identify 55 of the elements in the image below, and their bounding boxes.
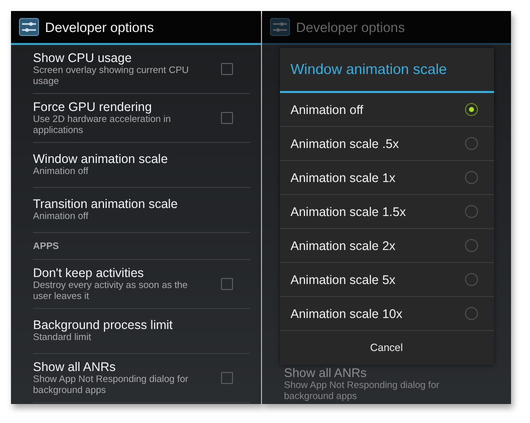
setting-summary: Animation off <box>33 212 90 223</box>
option-label: Animation scale 1.5x <box>290 204 406 218</box>
dialog-title: Window animation scale <box>280 48 494 93</box>
section-header: APPS <box>33 240 59 252</box>
option-row[interactable]: Animation scale .5x <box>280 127 494 161</box>
setting-title: Don't keep activities <box>33 266 145 280</box>
option-label: Animation scale 10x <box>290 306 402 320</box>
setting-title: Window animation scale <box>33 152 169 166</box>
setting-title: Show CPU usage <box>33 51 133 65</box>
setting-row[interactable]: Show CPU usage Screen overlay showing current CPU usage <box>33 45 250 94</box>
settings-sliders-icon <box>19 18 39 36</box>
option-label: Animation scale 1x <box>290 170 396 184</box>
setting-row[interactable]: Don't keep activities Destroy every activity as soon as the user leaves it <box>33 260 250 309</box>
radio-button[interactable] <box>464 273 478 286</box>
option-label: Animation scale 5x <box>290 272 396 286</box>
option-row[interactable]: Animation off <box>280 93 494 127</box>
setting-title: Show all ANRs <box>284 366 368 380</box>
setting-row[interactable]: Show all ANRs Show App Not Responding dialog for background apps <box>284 365 500 403</box>
checkbox[interactable] <box>221 278 233 290</box>
radio-button[interactable] <box>464 171 478 184</box>
setting-title: Transition animation scale <box>33 197 179 212</box>
radio-button[interactable] <box>464 239 478 252</box>
setting-row[interactable]: Background process limit Standard limit <box>33 309 250 354</box>
setting-summary: Use 2D hardware acceleration in applications <box>33 115 172 136</box>
setting-summary: Standard limit <box>33 333 92 344</box>
option-label: Animation scale .5x <box>290 136 399 150</box>
screen-title: Developer options <box>296 20 405 34</box>
screen-title: Developer options <box>45 20 154 34</box>
setting-summary: Screen overlay showing current CPU usage <box>33 66 190 87</box>
setting-row[interactable]: Show all ANRs Show App Not Responding dialog for background apps <box>33 354 250 403</box>
setting-summary: Destroy every activity as soon as the user leaves it <box>33 281 189 302</box>
setting-title: Force GPU rendering <box>33 100 153 114</box>
option-row[interactable]: Animation scale 5x <box>280 263 494 297</box>
radio-button[interactable] <box>464 205 478 218</box>
radio-button[interactable] <box>464 307 478 320</box>
option-label: Animation scale 2x <box>290 238 396 252</box>
setting-row[interactable]: Transition animation scale Animation off <box>33 188 250 233</box>
setting-row[interactable]: Window animation scale Animation off <box>33 143 250 188</box>
setting-summary: Show App Not Responding dialog for background apps <box>284 381 440 402</box>
checkbox[interactable] <box>221 372 233 384</box>
checkbox[interactable] <box>221 112 233 124</box>
setting-row[interactable]: Force GPU rendering Use 2D hardware acceleration in applications <box>33 94 250 143</box>
checkbox[interactable] <box>221 63 233 75</box>
cancel-button[interactable]: Cancel <box>280 331 494 365</box>
radio-button[interactable] <box>464 103 478 116</box>
setting-title: Background process limit <box>33 318 174 332</box>
option-row[interactable]: Animation scale 1x <box>280 161 494 195</box>
setting-summary: Animation off <box>33 167 90 178</box>
option-row[interactable]: Animation scale 1.5x <box>280 195 494 229</box>
setting-summary: Show App Not Responding dialog for background apps <box>33 375 190 396</box>
settings-sliders-icon <box>270 18 290 36</box>
option-row[interactable]: Animation scale 2x <box>280 229 494 263</box>
option-label: Animation off <box>290 102 364 116</box>
setting-title: Show all ANRs <box>33 360 117 374</box>
radio-button[interactable] <box>464 137 478 150</box>
